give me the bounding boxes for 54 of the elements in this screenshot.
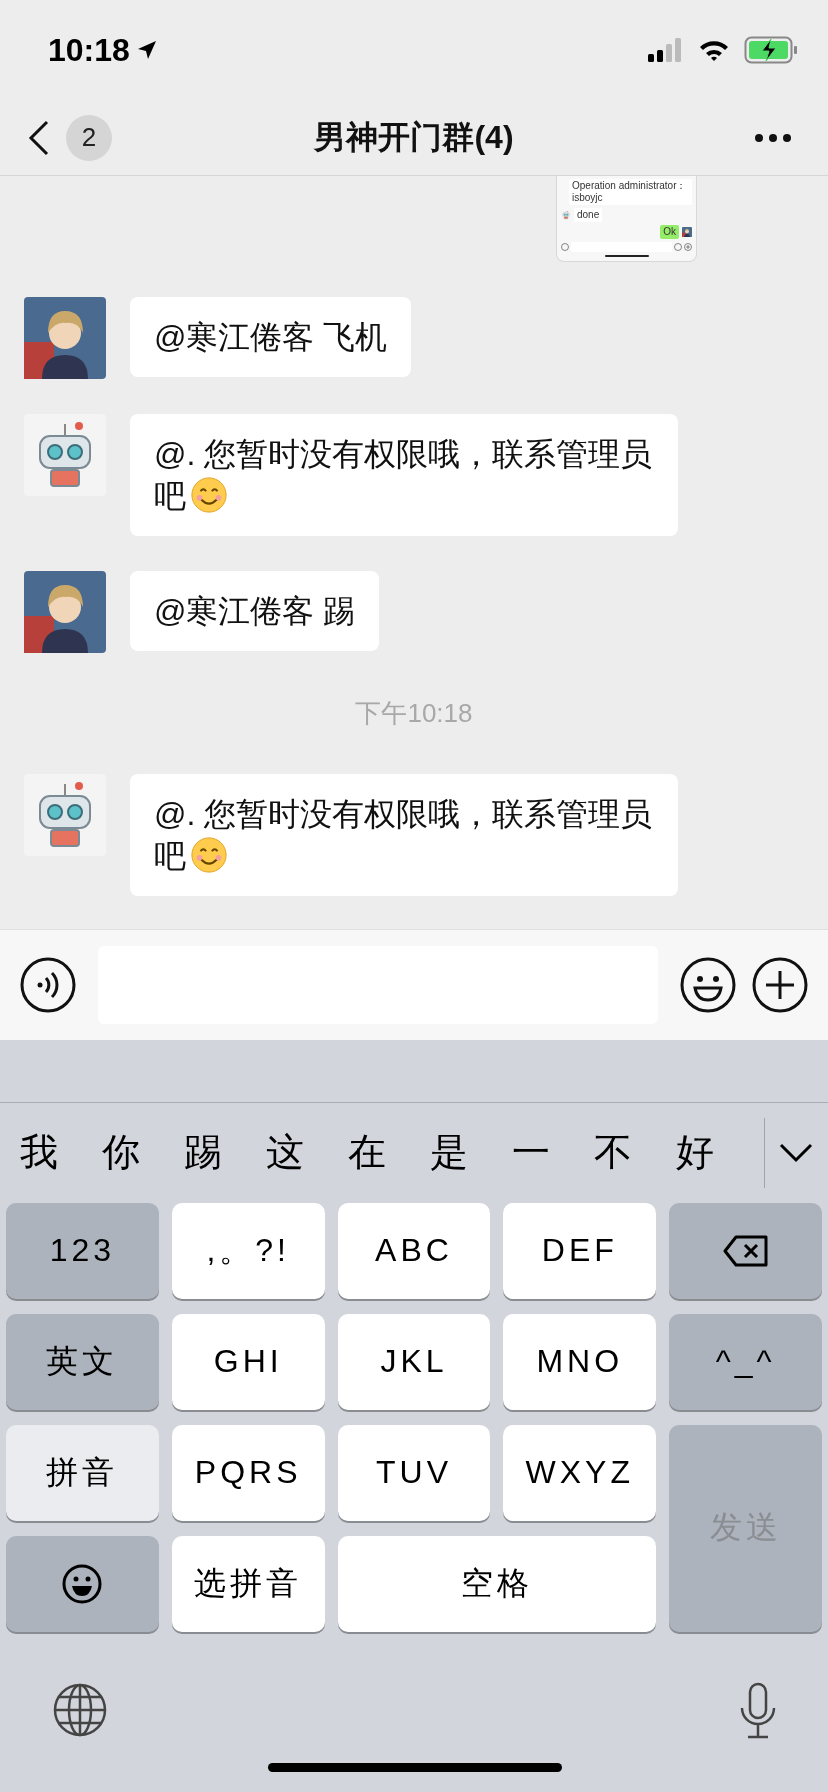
letter-key[interactable]: GHI <box>171 1313 325 1410</box>
mode-key[interactable]: 英文 <box>6 1313 159 1410</box>
globe-icon[interactable] <box>52 1681 108 1738</box>
letter-key[interactable]: DEF <box>503 1202 657 1299</box>
candidate-word[interactable]: 你 <box>102 1127 184 1178</box>
plus-icon[interactable] <box>752 956 808 1013</box>
more-icon[interactable] <box>754 132 792 143</box>
signal-icon <box>648 37 684 63</box>
delete-key[interactable] <box>669 1202 822 1299</box>
letter-key[interactable]: ,。?! <box>171 1202 325 1299</box>
mode-key[interactable]: 拼音 <box>6 1424 159 1521</box>
message-bubble: Ok <box>660 225 679 239</box>
wifi-icon <box>698 38 730 62</box>
robot-avatar <box>561 210 571 220</box>
person-avatar <box>682 227 692 237</box>
space-key[interactable]: 空格 <box>337 1535 657 1632</box>
message-bubble: @. 您暂时没有权限哦，联系管理员吧 <box>130 414 678 536</box>
letter-key[interactable]: ABC <box>337 1202 491 1299</box>
letter-key[interactable]: MNO <box>503 1313 657 1410</box>
clock-time: 10:18 <box>48 31 130 69</box>
battery-icon <box>744 36 798 64</box>
chevron-down-icon[interactable] <box>779 1142 813 1163</box>
microphone-icon[interactable] <box>738 1681 778 1740</box>
letter-key[interactable]: WXYZ <box>503 1424 657 1521</box>
back-icon[interactable] <box>28 119 50 156</box>
candidate-word[interactable]: 踢 <box>184 1127 266 1178</box>
candidate-word[interactable]: 一 <box>512 1127 594 1178</box>
candidate-word[interactable]: 在 <box>348 1127 430 1178</box>
message-bubble: @. 您暂时没有权限哦，联系管理员吧 <box>130 774 678 896</box>
mode-key[interactable]: 123 <box>6 1202 159 1299</box>
smiley-icon <box>61 1562 104 1605</box>
message-bubble: done <box>574 208 603 222</box>
candidate-word[interactable]: 是 <box>430 1127 512 1178</box>
letter-key[interactable]: 选拼音 <box>171 1535 325 1632</box>
message-bubble: @寒江倦客 飞机 <box>130 297 412 377</box>
timestamp: 下午10:18 <box>355 697 473 730</box>
home-indicator <box>604 255 649 257</box>
candidate-word[interactable]: 好 <box>676 1127 758 1178</box>
plus-icon <box>684 243 692 251</box>
candidate-word[interactable]: 我 <box>20 1127 102 1178</box>
smile-emoji-icon <box>190 836 228 874</box>
mode-key[interactable]: ^_^ <box>669 1313 822 1410</box>
message-bubble: Operation administrator：isboyjc <box>569 179 692 205</box>
letter-key[interactable]: PQRS <box>171 1424 325 1521</box>
candidate-word[interactable]: 不 <box>594 1127 676 1178</box>
letter-key[interactable]: TUV <box>337 1424 491 1521</box>
smile-emoji-icon <box>190 476 228 514</box>
chat-title: 男神开门群(4) <box>314 117 514 157</box>
message-bubble: @寒江倦客 踢 <box>130 571 380 651</box>
emoji-key[interactable] <box>6 1535 159 1632</box>
candidate-word[interactable]: 这 <box>266 1127 348 1178</box>
letter-key[interactable]: JKL <box>337 1313 491 1410</box>
delete-icon <box>721 1233 770 1268</box>
unread-count-badge: 2 <box>66 114 112 161</box>
